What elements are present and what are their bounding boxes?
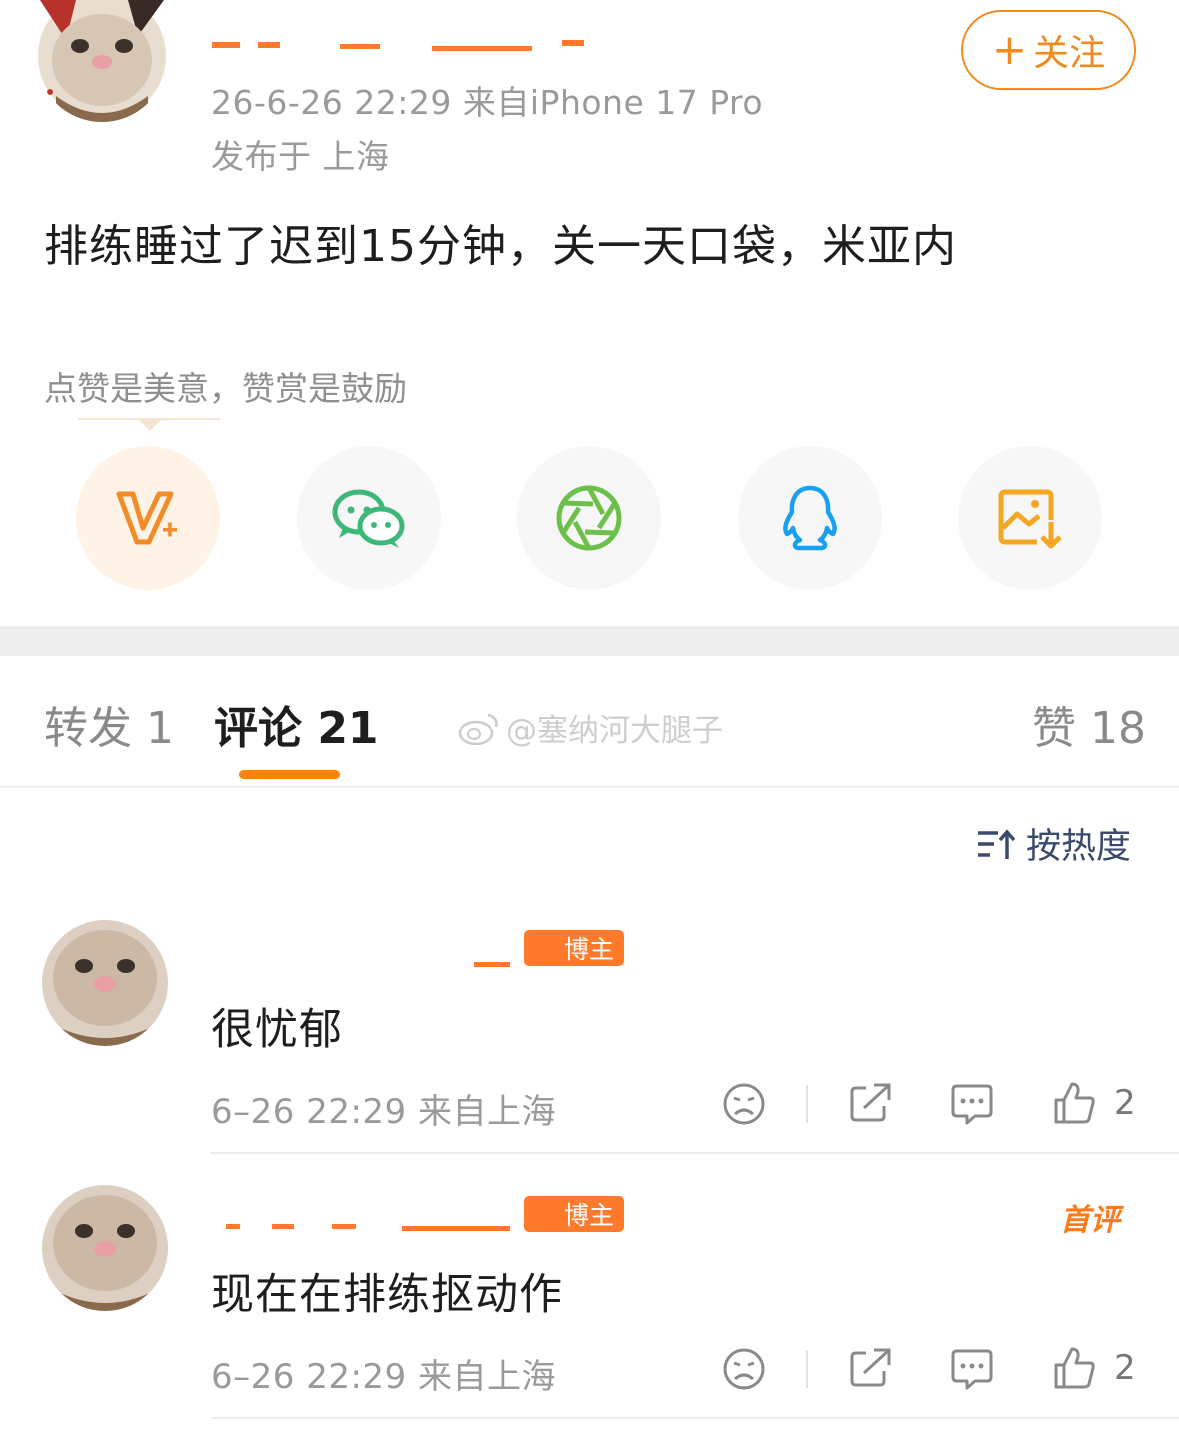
tab-comments[interactable]: 评论 21	[214, 692, 379, 756]
comment-bubble-icon	[951, 1349, 993, 1390]
like-button[interactable]: 2	[1052, 1080, 1136, 1126]
comment-meta: 6–26 22:29 来自上海	[211, 1357, 556, 1397]
commenter-name-redacted[interactable]	[212, 1196, 522, 1236]
tab-likes[interactable]: 赞 18	[1032, 692, 1146, 756]
comment-bubble-icon	[951, 1084, 993, 1125]
moments-aperture-icon	[556, 485, 622, 551]
wechat-icon	[332, 489, 405, 548]
reward-button[interactable]	[76, 446, 220, 590]
like-count: 2	[1114, 1348, 1136, 1388]
reward-tip: 点赞是美意，赞赏是鼓励	[44, 369, 407, 408]
watermark-text: @塞纳河大腿子	[506, 713, 723, 749]
dislike-button[interactable]	[722, 1347, 766, 1391]
cat-avatar-image	[42, 1185, 168, 1311]
badge-label: 博主	[564, 935, 615, 964]
share-comment-button[interactable]	[848, 1082, 892, 1124]
tabs-border	[0, 786, 1179, 788]
qq-penguin-icon	[783, 485, 837, 551]
watermark: @塞纳河大腿子	[458, 705, 723, 750]
save-image-icon	[998, 489, 1062, 549]
reply-button[interactable]	[949, 1082, 995, 1126]
blogger-badge: 博主	[524, 1196, 625, 1232]
commenter-name-redacted[interactable]	[212, 930, 522, 970]
sort-icon	[978, 828, 1016, 859]
author-name-redacted[interactable]	[212, 36, 592, 54]
weibo-reward-v-plus-icon	[116, 491, 177, 545]
post-location: 发布于 上海	[211, 137, 390, 176]
sort-label: 按热度	[1026, 827, 1132, 867]
reply-button[interactable]	[949, 1347, 995, 1391]
badge-label: 博主	[564, 1201, 615, 1230]
post-meta: 26-6-26 22:29 来自iPhone 17 Pro	[211, 83, 764, 122]
cat-avatar-image	[42, 920, 168, 1046]
save-image-button[interactable]	[958, 446, 1102, 590]
comment-meta: 6–26 22:29 来自上海	[211, 1092, 556, 1132]
sad-face-icon	[723, 1348, 765, 1390]
blogger-badge: 博主	[524, 930, 625, 966]
comment-avatar[interactable]	[42, 1185, 168, 1311]
share-qq-button[interactable]	[738, 446, 882, 590]
plus-icon: +	[991, 25, 1028, 74]
comment-avatar[interactable]	[42, 920, 168, 1046]
action-separator	[806, 1350, 808, 1388]
comment-text: 很忧郁	[211, 1005, 343, 1055]
share-moments-button[interactable]	[517, 446, 661, 590]
cat-avatar-image	[38, 0, 166, 122]
thumbs-up-icon	[1054, 1347, 1095, 1389]
like-count: 2	[1114, 1083, 1136, 1123]
share-icon	[850, 1348, 891, 1387]
sort-button[interactable]: 按热度	[976, 818, 1131, 869]
thumbs-up-icon	[1054, 1082, 1095, 1124]
share-wechat-button[interactable]	[297, 446, 441, 590]
author-avatar[interactable]	[36, 0, 168, 122]
comment-text: 现在在排练抠动作	[211, 1270, 563, 1320]
section-divider	[0, 626, 1179, 656]
follow-button[interactable]: + 关注	[961, 10, 1136, 90]
reward-tip-pointer	[138, 419, 162, 431]
comment-divider	[211, 1417, 1179, 1419]
comment-divider	[211, 1152, 1179, 1154]
active-tab-indicator	[239, 770, 340, 779]
tab-repost[interactable]: 转发 1	[44, 692, 174, 756]
dislike-button[interactable]	[722, 1082, 766, 1126]
post-text: 排练睡过了迟到15分钟，关一天口袋，米亚内	[44, 221, 957, 272]
follow-label: 关注	[1033, 33, 1106, 74]
share-icon	[850, 1083, 891, 1122]
first-comment-tag: 首评	[1060, 1203, 1120, 1238]
action-separator	[806, 1085, 808, 1123]
sad-face-icon	[723, 1083, 765, 1125]
like-button[interactable]: 2	[1052, 1345, 1136, 1391]
share-comment-button[interactable]	[848, 1347, 892, 1389]
weibo-logo-icon	[458, 713, 498, 745]
